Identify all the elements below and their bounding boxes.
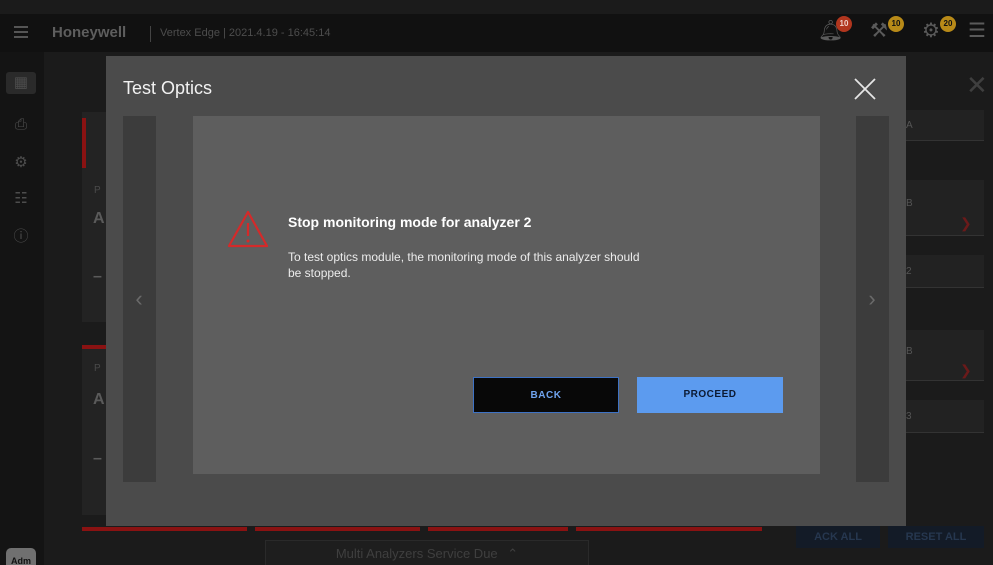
chevron-right-icon: ❯ [960,215,972,231]
status-bar [576,527,762,531]
top-header: Honeywell Vertex Edge | 2021.4.19 - 16:4… [0,14,993,52]
right-panel-row [904,110,984,141]
ack-all-button[interactable]: ACK ALL [796,526,880,548]
panel-close-icon[interactable]: ✕ [966,70,988,101]
right-panel-label: B [906,198,913,209]
right-panel-label: 3 [906,411,912,422]
right-panel-row [904,330,984,381]
status-bar [255,527,420,531]
test-optics-modal: Test Optics ‹ › Stop monitoring mode for… [106,56,906,526]
wrench-icon: ⚙ [922,20,940,42]
maintenance-button[interactable]: ⚒ 10 [870,16,904,46]
dialog-heading: Stop monitoring mode for analyzer 2 [288,214,532,230]
right-panel-row [904,400,984,433]
right-panel-label: B [906,346,913,357]
card-dash: – [93,268,102,285]
header-subtitle: Vertex Edge | 2021.4.19 - 16:45:14 [160,27,331,39]
proceed-button[interactable]: PROCEED [637,377,783,413]
right-panel-label: 2 [906,266,912,277]
tools-icon: ⚒ [870,20,888,42]
card-label: P [94,185,101,196]
chevron-left-icon[interactable]: ‹ [128,284,150,314]
app-screen: Honeywell Vertex Edge | 2021.4.19 - 16:4… [0,0,993,565]
brand-logo: Honeywell [52,24,127,41]
left-sidebar: ▦ ⎙ ⚙ ☷ ⓘ Adm [0,52,44,565]
status-bar [82,345,106,349]
dialog-message: To test optics module, the monitoring mo… [288,250,640,280]
devices-icon[interactable]: ☷ [10,188,32,210]
status-bar [82,118,86,168]
service-count-badge: 20 [940,16,956,32]
right-panel-row [904,255,984,288]
document-icon[interactable]: ⎙ [10,114,32,136]
dashboard-grid-icon[interactable]: ▦ [6,72,36,94]
modal-title: Test Optics [123,78,213,98]
service-due-bar[interactable]: Multi Analyzers Service Due ⌃ [265,540,589,565]
close-icon[interactable] [852,76,878,102]
settings-gear-icon[interactable]: ⚙ [10,152,32,174]
back-button[interactable]: BACK [473,377,619,413]
help-icon[interactable]: ⓘ [10,226,32,248]
warning-icon [226,209,270,249]
status-bar [82,527,247,531]
service-due-text: Multi Analyzers Service Due [335,546,498,561]
service-button[interactable]: ⚙ 20 [922,16,956,46]
status-bar [428,527,568,531]
previous-pane: ‹ [123,116,156,482]
card-label: P [94,363,101,374]
confirmation-dialog: Stop monitoring mode for analyzer 2 To t… [193,116,820,474]
card-letter: A [93,391,105,408]
list-icon: ☰ [968,20,986,42]
card-letter: A [93,210,105,227]
alarm-count-badge: 10 [836,16,852,32]
alarm-bell-button[interactable]: 🔔︎ 10 [818,16,852,46]
user-avatar[interactable]: Adm [6,548,36,565]
list-settings-button[interactable]: ☰ [968,18,993,46]
menu-icon[interactable] [14,26,28,38]
header-divider [150,26,151,42]
chevron-right-icon[interactable]: › [861,284,883,314]
right-panel-label: A [906,120,913,131]
card-dash: – [93,450,102,467]
next-pane: › [856,116,889,482]
maintenance-count-badge: 10 [888,16,904,32]
reset-all-button[interactable]: RESET ALL [888,526,984,548]
right-panel-row [904,180,984,236]
chevron-up-icon: ⌃ [507,546,519,561]
chevron-right-icon: ❯ [960,362,972,378]
